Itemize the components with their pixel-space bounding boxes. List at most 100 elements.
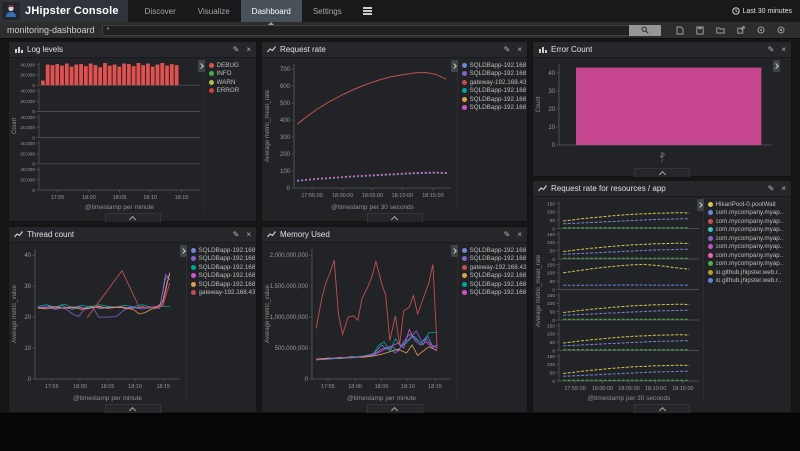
options-icon[interactable] — [757, 26, 765, 34]
search-input[interactable] — [102, 25, 629, 36]
legend-item[interactable]: gateway-192.168.43.8.. — [462, 263, 526, 272]
dashboard-toolbar: monitoring-dashboard — [0, 22, 800, 39]
legend-item[interactable]: SQLDBapp-192.168.4.. — [191, 246, 255, 255]
legend-label: SQLDBapp-192.168.4.. — [199, 264, 256, 271]
legend-item[interactable]: com.mycompany.myap.. — [708, 251, 790, 260]
legend-label: SQLDBapp-192.168.4.. — [470, 255, 527, 262]
legend-collapse-icon[interactable] — [180, 245, 187, 257]
panel-collapse-button[interactable] — [367, 213, 423, 222]
legend-item[interactable]: com.mycompany.myap.. — [708, 234, 790, 243]
panel-header[interactable]: Request rate for resources / app ✎× — [533, 181, 791, 197]
panel-collapse-button[interactable] — [105, 404, 161, 413]
legend-item[interactable]: HikariPool-0.poolWait — [708, 200, 790, 209]
legend-label: HikariPool-0.poolWait — [716, 201, 776, 208]
panel-collapse-button[interactable] — [634, 404, 690, 413]
edit-panel-icon[interactable]: ✎ — [233, 46, 240, 54]
legend-item[interactable]: DEBUG — [209, 61, 255, 70]
legend: SQLDBapp-192.168.4..SQLDBapp-192.168.4..… — [457, 243, 527, 403]
legend-item[interactable]: SQLDBapp-192.168.4.. — [462, 61, 526, 70]
legend-item[interactable]: SQLDBapp-192.168.4.. — [462, 87, 526, 96]
search-button[interactable] — [629, 25, 661, 36]
legend-collapse-icon[interactable] — [697, 199, 704, 211]
close-panel-icon[interactable]: × — [246, 231, 251, 239]
edit-panel-icon[interactable]: ✎ — [768, 185, 775, 193]
legend-item[interactable]: com.mycompany.myap.. — [708, 209, 790, 218]
panel-collapse-button[interactable] — [367, 404, 423, 413]
nav-item-visualize[interactable]: Visualize — [187, 0, 241, 22]
svg-text:18:05: 18:05 — [375, 384, 389, 390]
panel-header[interactable]: Error Count ✎× — [533, 42, 791, 58]
legend-item[interactable]: SQLDBapp-192.168.4.. — [462, 70, 526, 79]
refresh-settings-icon[interactable] — [777, 26, 785, 34]
nav-item-settings[interactable]: Settings — [302, 0, 353, 22]
legend-item[interactable]: SQLDBapp-192.168.4.. — [462, 255, 526, 264]
legend-item[interactable]: io.github.jhipster.web.r.. — [708, 277, 790, 286]
close-panel-icon[interactable]: × — [246, 46, 251, 54]
load-dashboard-icon[interactable] — [716, 26, 725, 34]
legend-collapse-icon[interactable] — [773, 60, 780, 72]
legend-item[interactable]: SQLDBapp-192.168.4.. — [462, 104, 526, 113]
legend-item[interactable]: WARN — [209, 78, 255, 87]
svg-text:18:00:00: 18:00:00 — [592, 386, 613, 392]
request-rate-chart: Average metric_mean_rate0100200300400500… — [262, 58, 457, 212]
nav-item-dashboard[interactable]: Dashboard — [241, 0, 302, 22]
panel-header[interactable]: Thread count ✎× — [9, 227, 256, 243]
edit-panel-icon[interactable]: ✎ — [768, 46, 775, 54]
legend-item[interactable]: SQLDBapp-192.168.4.. — [462, 289, 526, 298]
legend-item[interactable]: gateway-192.168.43.8.. — [191, 289, 255, 298]
legend-item[interactable]: SQLDBapp-192.168.4.. — [462, 280, 526, 289]
svg-text:200: 200 — [280, 152, 291, 158]
close-panel-icon[interactable]: × — [517, 231, 522, 239]
brand[interactable]: JHipster Console — [0, 0, 128, 22]
panel-collapse-button[interactable] — [634, 168, 690, 177]
svg-text:0: 0 — [32, 135, 35, 141]
legend-item[interactable]: gateway-192.168.43.8.. — [462, 78, 526, 87]
close-panel-icon[interactable]: × — [517, 46, 522, 54]
svg-text:17:55: 17:55 — [51, 195, 65, 201]
jhipster-logo-icon — [2, 2, 20, 20]
edit-panel-icon[interactable]: ✎ — [233, 231, 240, 239]
legend-color-dot — [462, 256, 467, 261]
edit-panel-icon[interactable]: ✎ — [504, 231, 511, 239]
legend-item[interactable]: SQLDBapp-192.168.4.. — [191, 255, 255, 264]
new-dashboard-icon[interactable] — [676, 26, 684, 35]
legend-item[interactable]: com.mycompany.myap.. — [708, 226, 790, 235]
legend-item[interactable]: ERROR — [209, 87, 255, 96]
share-icon[interactable] — [737, 26, 745, 34]
page-footer — [0, 413, 800, 451]
legend-collapse-icon[interactable] — [451, 245, 458, 257]
svg-text:40,000: 40,000 — [20, 141, 35, 147]
bar-chart-icon — [14, 45, 23, 54]
legend-item[interactable]: INFO — [209, 70, 255, 79]
edit-panel-icon[interactable]: ✎ — [504, 46, 511, 54]
legend-item[interactable]: SQLDBapp-192.168.4.. — [191, 263, 255, 272]
legend-label: ERROR — [217, 87, 240, 94]
legend-item[interactable]: io.github.jhipster.web.r.. — [708, 268, 790, 277]
legend-item[interactable]: com.mycompany.myap.. — [708, 243, 790, 252]
time-range-picker[interactable]: Last 30 minutes — [732, 0, 800, 22]
panel-header[interactable]: Memory Used ✎× — [262, 227, 527, 243]
svg-text:150: 150 — [547, 232, 555, 238]
svg-text:100: 100 — [547, 210, 555, 216]
panel-header[interactable]: Log levels ✎× — [9, 42, 256, 58]
legend-item[interactable]: com.mycompany.myap.. — [708, 260, 790, 269]
close-panel-icon[interactable]: × — [781, 46, 786, 54]
legend-item[interactable]: SQLDBapp-192.168.4.. — [462, 95, 526, 104]
legend-item[interactable]: SQLDBapp-192.168.4.. — [191, 272, 255, 281]
legend-item[interactable]: SQLDBapp-192.168.4.. — [191, 280, 255, 289]
legend-collapse-icon[interactable] — [451, 60, 458, 72]
svg-text:40: 40 — [548, 71, 555, 77]
hamburger-icon[interactable] — [353, 0, 382, 22]
svg-text:18:00: 18:00 — [73, 384, 87, 390]
save-dashboard-icon[interactable] — [696, 26, 704, 35]
svg-text:@timestamp per 30 seconds: @timestamp per 30 seconds — [588, 395, 672, 402]
panel-header[interactable]: Request rate ✎× — [262, 42, 527, 58]
legend-item[interactable]: SQLDBapp-192.168.4.. — [462, 246, 526, 255]
legend-collapse-icon[interactable] — [198, 60, 205, 72]
legend-item[interactable]: SQLDBapp-192.168.4.. — [462, 272, 526, 281]
panel-collapse-button[interactable] — [105, 213, 161, 222]
svg-text:18:10: 18:10 — [128, 384, 142, 390]
legend-item[interactable]: com.mycompany.myap.. — [708, 217, 790, 226]
close-panel-icon[interactable]: × — [781, 185, 786, 193]
nav-item-discover[interactable]: Discover — [134, 0, 187, 22]
